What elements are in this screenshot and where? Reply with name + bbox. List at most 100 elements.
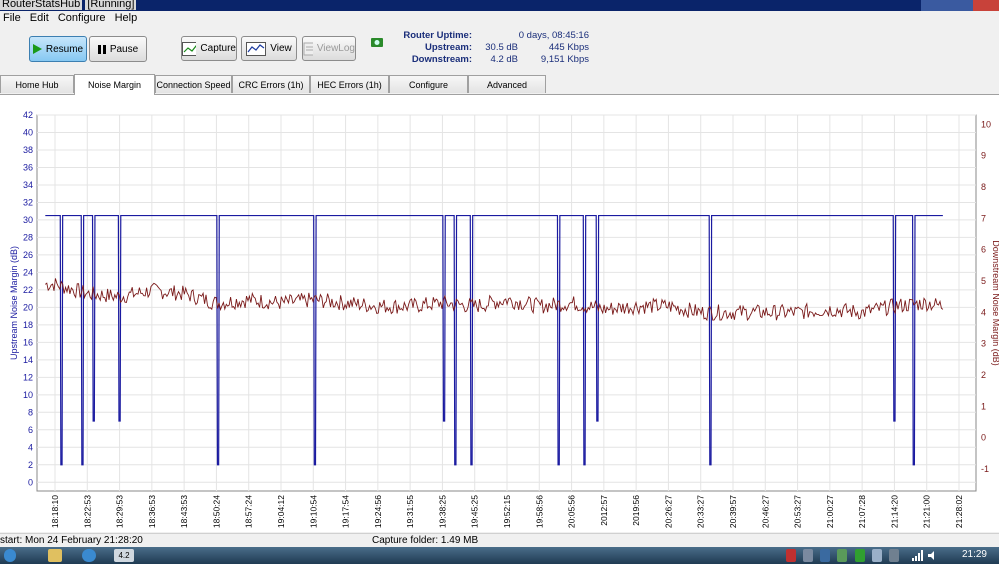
x-tick-label: 21:00:27 bbox=[825, 495, 835, 528]
x-tick-label: 19:52:15 bbox=[502, 495, 512, 528]
y-tick-label: 12 bbox=[23, 372, 33, 382]
tab-crc-errors[interactable]: CRC Errors (1h) bbox=[232, 75, 310, 93]
taskbar: 4.2 21:29 bbox=[0, 547, 999, 564]
x-tick-label: 19:24:56 bbox=[373, 495, 383, 528]
noise-margin-chart-panel: 0 2 4 6 8 10 12 14 16 18 20 22 24 26 28 30 32 34 36 38 40 42-… bbox=[0, 95, 999, 532]
x-tick-label: 18:29:53 bbox=[115, 495, 125, 528]
x-tick-label: 21:07:28 bbox=[857, 495, 867, 528]
y-tick-label: 34 bbox=[23, 180, 33, 190]
toolbar: Resume Pause Capture View ViewLog Router… bbox=[0, 26, 999, 74]
x-tick-label: 20:05:56 bbox=[567, 495, 577, 528]
upstream-label: Upstream: bbox=[425, 42, 472, 53]
tray-app-icon[interactable] bbox=[803, 549, 813, 562]
x-tick-label: 20:46:27 bbox=[760, 495, 770, 528]
tray-app-icon-2[interactable] bbox=[820, 549, 830, 562]
status-bar: start: Mon 24 February 21:28:20 Capture … bbox=[0, 533, 999, 548]
tab-home-hub[interactable]: Home Hub bbox=[0, 75, 74, 93]
y-tick-label: 22 bbox=[23, 285, 33, 295]
noise-margin-chart: 024681012141618202224262830323436384042-… bbox=[9, 110, 999, 528]
title-bar: RouterStatsHub [Running] bbox=[0, 0, 999, 11]
app-title: RouterStatsHub bbox=[0, 0, 83, 10]
y-tick-label: 16 bbox=[23, 337, 33, 347]
x-tick-label: 18:43:53 bbox=[179, 495, 189, 528]
uptime-label: Router Uptime: bbox=[403, 30, 472, 41]
y2-tick-label: 4 bbox=[981, 307, 986, 317]
tray-app-icon-6[interactable] bbox=[889, 549, 899, 562]
x-tick-label: 19:45:25 bbox=[470, 495, 480, 528]
maximize-button[interactable] bbox=[947, 0, 973, 11]
menu-bar: File Edit Configure Help bbox=[0, 11, 999, 26]
window-title: RouterStatsHub [Running] bbox=[0, 0, 137, 10]
menu-help[interactable]: Help bbox=[112, 11, 141, 26]
x-tick-label: 2012:57 bbox=[599, 495, 609, 526]
x-tick-label: 21:14:20 bbox=[889, 495, 899, 528]
tab-configure[interactable]: Configure bbox=[389, 75, 468, 93]
y-tick-label: 32 bbox=[23, 197, 33, 207]
y-tick-label: 42 bbox=[23, 110, 33, 120]
y-tick-label: 6 bbox=[28, 425, 33, 435]
y2-tick-label: 10 bbox=[981, 119, 991, 129]
y2-tick-label: 1 bbox=[981, 401, 986, 411]
browser-icon[interactable] bbox=[82, 549, 96, 562]
network-icon[interactable] bbox=[912, 550, 924, 561]
x-tick-label: 19:58:56 bbox=[534, 495, 544, 528]
y2-tick-label: 6 bbox=[981, 245, 986, 255]
x-tick-label: 19:38:25 bbox=[437, 495, 447, 528]
y2-tick-label: 3 bbox=[981, 339, 986, 349]
tab-connection-speed[interactable]: Connection Speed bbox=[155, 75, 232, 93]
y-tick-label: 38 bbox=[23, 145, 33, 155]
tab-advanced[interactable]: Advanced bbox=[468, 75, 546, 93]
y-tick-label: 28 bbox=[23, 232, 33, 242]
y2-tick-label: 8 bbox=[981, 182, 986, 192]
tray-app-icon-4[interactable] bbox=[855, 549, 865, 562]
menu-file[interactable]: File bbox=[0, 11, 24, 26]
y-tick-label: 24 bbox=[23, 267, 33, 277]
clock: 21:29 bbox=[961, 549, 987, 560]
tab-hec-errors[interactable]: HEC Errors (1h) bbox=[310, 75, 389, 93]
y2-tick-label: 7 bbox=[981, 213, 986, 223]
x-tick-label: 21:21:00 bbox=[922, 495, 932, 528]
y-tick-label: 4 bbox=[28, 442, 33, 452]
y2-tick-label: 5 bbox=[981, 276, 986, 286]
y2-tick-label: 2 bbox=[981, 370, 986, 380]
app-state: [Running] bbox=[85, 0, 137, 10]
upstream-rate: 445 Kbps bbox=[548, 42, 589, 53]
downstream-rate: 9,151 Kbps bbox=[540, 54, 589, 65]
menu-edit[interactable]: Edit bbox=[27, 11, 52, 26]
y-tick-label: 30 bbox=[23, 215, 33, 225]
y2-tick-label: -1 bbox=[981, 464, 989, 474]
close-button[interactable] bbox=[973, 0, 999, 11]
downstream-label: Downstream: bbox=[411, 54, 472, 65]
volume-icon[interactable] bbox=[928, 550, 939, 561]
y-tick-label: 26 bbox=[23, 250, 33, 260]
tray-app-icon-3[interactable] bbox=[837, 549, 847, 562]
start-orb-icon[interactable] bbox=[4, 549, 16, 562]
y-tick-label: 40 bbox=[23, 127, 33, 137]
y2-tick-label: 0 bbox=[981, 433, 986, 443]
folder-icon[interactable] bbox=[48, 549, 62, 562]
y2-tick-label: 9 bbox=[981, 151, 986, 161]
y-tick-label: 10 bbox=[23, 390, 33, 400]
start-time-text: start: Mon 24 February 21:28:20 bbox=[0, 535, 143, 546]
x-tick-label: 18:50:24 bbox=[211, 495, 221, 528]
x-tick-label: 18:57:24 bbox=[244, 495, 254, 528]
y2-axis-title: Downstream Noise Margin (dB) bbox=[991, 240, 999, 366]
tray-alert-icon[interactable] bbox=[786, 549, 796, 562]
x-tick-label: 2019:56 bbox=[631, 495, 641, 526]
router-stats: Router Uptime: 0 days, 08:45:16 Upstream… bbox=[0, 30, 999, 70]
menu-configure[interactable]: Configure bbox=[55, 11, 109, 26]
tab-noise-margin[interactable]: Noise Margin bbox=[74, 74, 155, 95]
y-tick-label: 18 bbox=[23, 320, 33, 330]
minimize-button[interactable] bbox=[921, 0, 947, 11]
tray-app-icon-5[interactable] bbox=[872, 549, 882, 562]
capture-folder-text: Capture folder: 1.49 MB bbox=[372, 535, 479, 546]
y-axis-title: Upstream Noise Margin (dB) bbox=[9, 246, 19, 360]
downstream-db: 4.2 dB bbox=[490, 54, 518, 65]
y-tick-label: 0 bbox=[28, 477, 33, 487]
router-stats-task[interactable]: 4.2 bbox=[114, 549, 134, 562]
upstream-db: 30.5 dB bbox=[485, 42, 518, 53]
x-tick-label: 19:31:55 bbox=[405, 495, 415, 528]
y-tick-label: 20 bbox=[23, 302, 33, 312]
x-tick-label: 18:18:10 bbox=[50, 495, 60, 528]
tab-bar: Home Hub Noise Margin Connection Speed C… bbox=[0, 74, 999, 95]
